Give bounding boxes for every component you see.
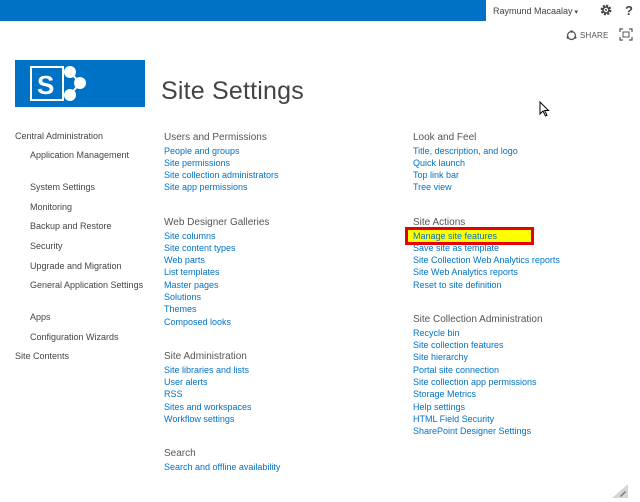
link-rss[interactable]: RSS [164, 389, 183, 400]
help-icon[interactable]: ? [622, 3, 636, 17]
link-site-collection-features[interactable]: Site collection features [413, 340, 504, 351]
link-reset-to-site-definition[interactable]: Reset to site definition [413, 280, 502, 291]
link-top-link-bar[interactable]: Top link bar [413, 170, 459, 181]
link-site-collection-administrators[interactable]: Site collection administrators [164, 170, 279, 181]
suite-bar-user-area: Raymund Macaalay ▾ ? [486, 0, 640, 21]
nav-application-management[interactable]: Application Management [30, 150, 145, 161]
section-title-look-and-feel: Look and Feel [413, 132, 477, 143]
link-web-parts[interactable]: Web parts [164, 255, 205, 266]
highlight-manage-site-features: Manage site features [405, 227, 534, 245]
link-site-columns[interactable]: Site columns [164, 231, 216, 242]
link-recycle-bin[interactable]: Recycle bin [413, 328, 460, 339]
link-site-content-types[interactable]: Site content types [164, 243, 236, 254]
link-search-and-offline-availability[interactable]: Search and offline availability [164, 462, 280, 473]
link-storage-metrics[interactable]: Storage Metrics [413, 389, 476, 400]
link-tree-view[interactable]: Tree view [413, 182, 452, 193]
share-icon [566, 30, 577, 41]
svg-text:S: S [37, 70, 54, 100]
nav-site-contents[interactable]: Site Contents [15, 351, 69, 362]
link-portal-site-connection[interactable]: Portal site connection [413, 365, 499, 376]
link-site-app-permissions[interactable]: Site app permissions [164, 182, 248, 193]
nav-backup-and-restore[interactable]: Backup and Restore [30, 221, 145, 232]
sharepoint-logo-icon: S [30, 66, 86, 101]
link-site-libraries-and-lists[interactable]: Site libraries and lists [164, 365, 249, 376]
link-themes[interactable]: Themes [164, 304, 197, 315]
section-title-search: Search [164, 448, 196, 459]
link-html-field-security[interactable]: HTML Field Security [413, 414, 494, 425]
link-site-collection-web-analytics-reports[interactable]: Site Collection Web Analytics reports [413, 255, 560, 266]
nav-system-settings[interactable]: System Settings [30, 182, 145, 193]
nav-monitoring[interactable]: Monitoring [30, 202, 145, 213]
link-site-permissions[interactable]: Site permissions [164, 158, 230, 169]
link-quick-launch[interactable]: Quick launch [413, 158, 465, 169]
page-title: Site Settings [161, 77, 304, 105]
site-logo[interactable]: S [15, 60, 145, 107]
link-solutions[interactable]: Solutions [164, 292, 201, 303]
link-list-templates[interactable]: List templates [164, 267, 220, 278]
suite-bar: Raymund Macaalay ▾ ? [0, 0, 640, 21]
link-manage-site-features[interactable]: Manage site features [408, 230, 531, 242]
link-site-hierarchy[interactable]: Site hierarchy [413, 352, 468, 363]
gear-icon[interactable] [599, 3, 613, 17]
link-help-settings[interactable]: Help settings [413, 402, 465, 413]
nav-security[interactable]: Security [30, 241, 145, 252]
share-label: SHARE [580, 31, 609, 40]
nav-central-administration[interactable]: Central Administration [15, 131, 103, 142]
section-title-web-designer-galleries: Web Designer Galleries [164, 217, 270, 228]
user-menu[interactable]: Raymund Macaalay ▾ [486, 6, 578, 16]
svg-text:?: ? [625, 3, 633, 17]
nav-configuration-wizards[interactable]: Configuration Wizards [30, 332, 145, 343]
nav-apps[interactable]: Apps [30, 312, 145, 323]
link-composed-looks[interactable]: Composed looks [164, 317, 231, 328]
link-sites-and-workspaces[interactable]: Sites and workspaces [164, 402, 252, 413]
link-site-web-analytics-reports[interactable]: Site Web Analytics reports [413, 267, 518, 278]
user-name: Raymund Macaalay [493, 5, 573, 16]
ribbon-row: SHARE [0, 24, 640, 46]
link-site-collection-app-permissions[interactable]: Site collection app permissions [413, 377, 537, 388]
pencil-corner-icon[interactable] [612, 484, 628, 498]
link-workflow-settings[interactable]: Workflow settings [164, 414, 234, 425]
share-button[interactable]: SHARE [566, 30, 609, 41]
link-people-and-groups[interactable]: People and groups [164, 146, 240, 157]
focus-on-content-icon[interactable] [619, 28, 633, 41]
link-master-pages[interactable]: Master pages [164, 280, 219, 291]
link-title-description-logo[interactable]: Title, description, and logo [413, 146, 518, 157]
link-sharepoint-designer-settings[interactable]: SharePoint Designer Settings [413, 426, 531, 437]
link-user-alerts[interactable]: User alerts [164, 377, 208, 388]
mouse-cursor-icon [539, 101, 550, 117]
nav-general-application-settings[interactable]: General Application Settings [30, 280, 145, 291]
section-title-users-permissions: Users and Permissions [164, 132, 267, 143]
section-title-site-administration: Site Administration [164, 351, 247, 362]
chevron-down-icon: ▾ [574, 8, 579, 16]
section-title-site-collection-administration: Site Collection Administration [413, 314, 543, 325]
nav-upgrade-and-migration[interactable]: Upgrade and Migration [30, 261, 145, 272]
